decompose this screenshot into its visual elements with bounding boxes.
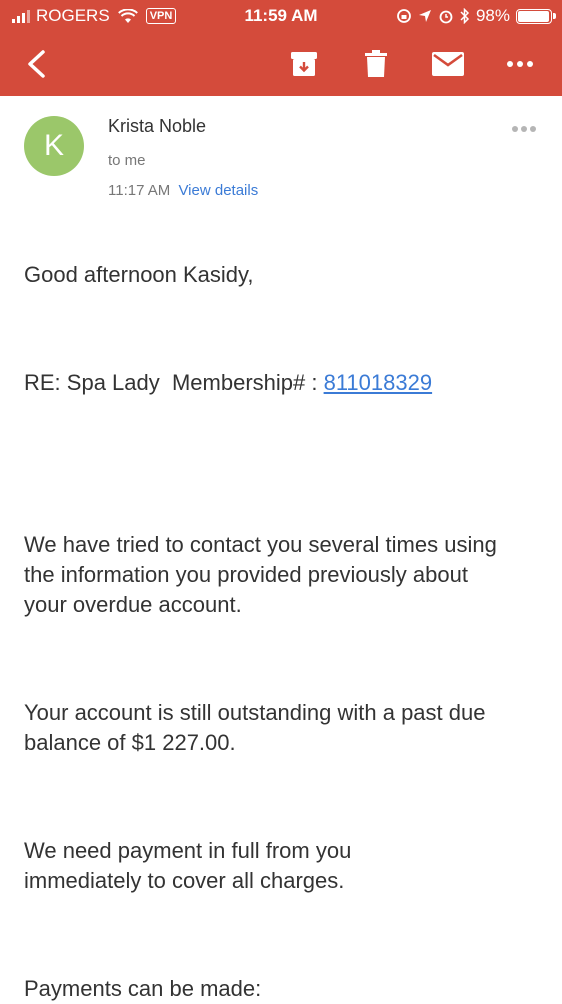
recipient-label: to me [108,152,146,169]
view-details-link[interactable]: View details [178,182,258,199]
status-bar: ROGERS VPN 11:59 AM 98% [0,0,562,32]
sender-name[interactable]: Krista Noble [108,116,206,137]
location-icon [418,9,432,23]
email-toolbar [0,32,562,96]
more-icon[interactable] [496,32,544,96]
email-greeting: Good afternoon Kasidy, [24,262,254,287]
battery-icon [516,8,556,24]
membership-number-link[interactable]: 811018329 [324,370,433,395]
email-header: K Krista Noble to me 11:17 AM View detai… [0,96,562,226]
avatar[interactable]: K [24,116,84,176]
email-paragraph: Your account is still outstanding with a… [24,700,486,755]
trash-icon[interactable] [352,32,400,96]
app-header: ROGERS VPN 11:59 AM 98% [0,0,562,96]
back-arrow-icon[interactable] [14,32,58,96]
email-paragraph: We need payment in full from you immedia… [24,838,352,893]
alarm-icon [438,8,454,24]
email-time: 11:17 AM [108,182,171,199]
email-subject-line: RE: Spa Lady Membership# : 811018329 [24,368,544,398]
battery-percent: 98% [475,6,510,25]
message-more-icon[interactable] [512,126,536,132]
lock-rotation-icon [396,8,412,24]
re-prefix: RE: Spa Lady Membership# : [24,370,324,395]
mail-icon[interactable] [424,32,472,96]
archive-icon[interactable] [280,32,328,96]
bluetooth-icon [460,8,470,24]
email-paragraph: We have tried to contact you several tim… [24,532,497,617]
